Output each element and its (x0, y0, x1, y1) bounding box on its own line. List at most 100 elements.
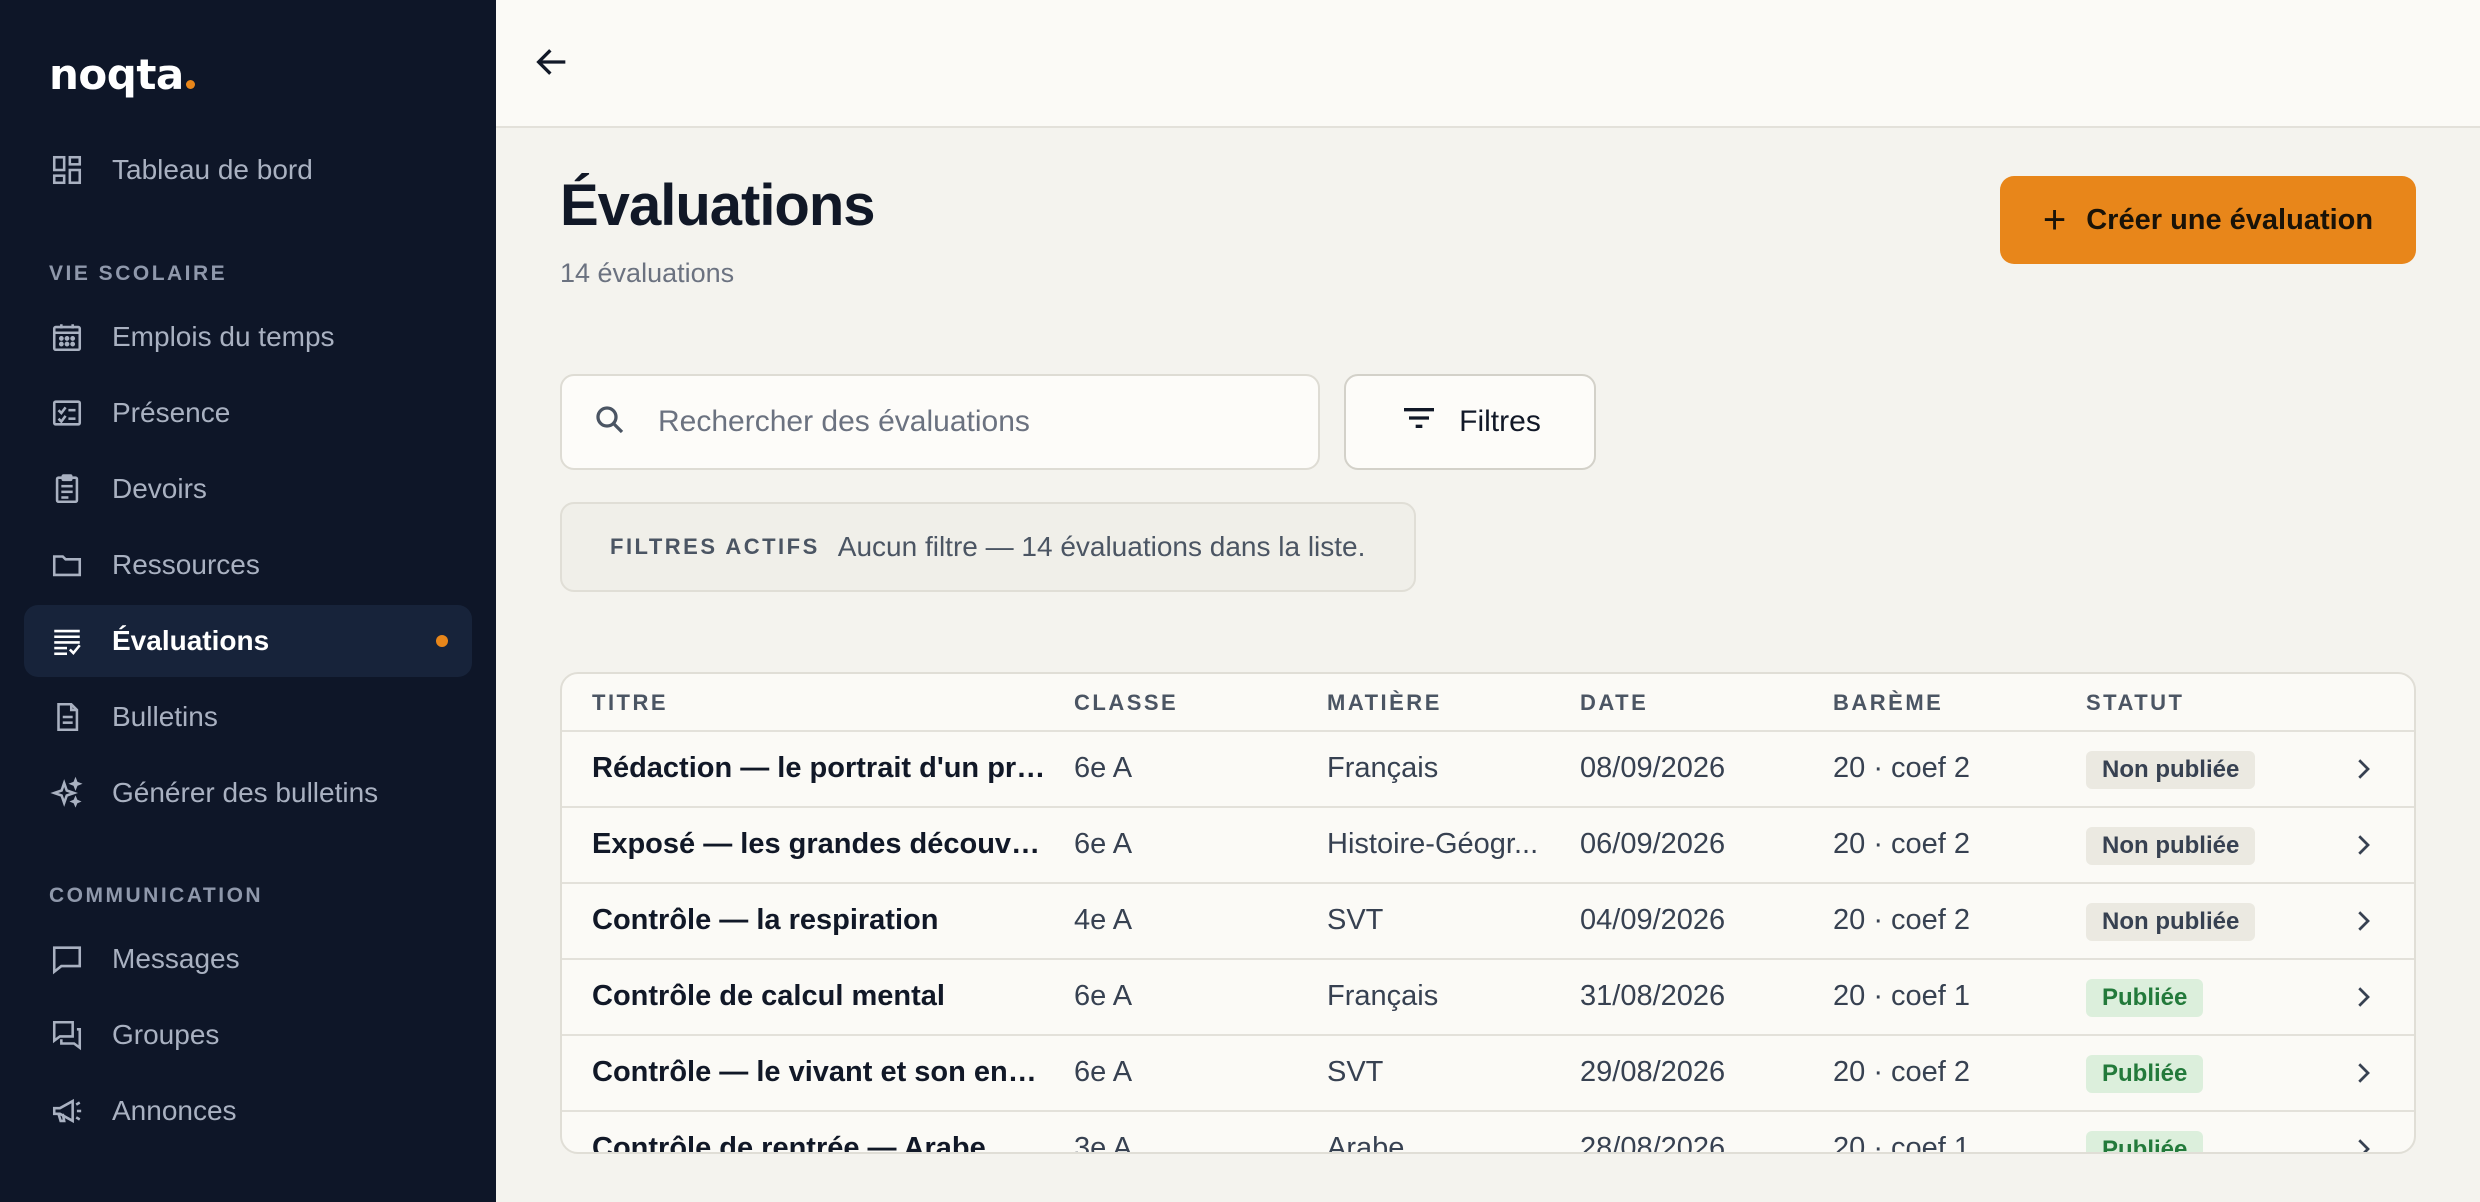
sidebar-item-emplois-du-temps[interactable]: Emplois du temps (24, 301, 472, 373)
back-button[interactable] (526, 38, 578, 90)
column-header-classe[interactable]: CLASSE (1074, 690, 1178, 716)
chevron-right-icon[interactable] (2348, 906, 2378, 936)
row-scale: 20 · coef 2 (1833, 828, 1971, 860)
search-input[interactable] (658, 405, 1278, 439)
search-icon (562, 402, 628, 443)
row-subject: Histoire-Géogr... (1327, 828, 1539, 860)
plus-icon: + (2042, 198, 2067, 242)
column-header-statut[interactable]: STATUT (2086, 690, 2185, 716)
row-scale: 20 · coef 1 (1833, 980, 1971, 1012)
table-row[interactable]: Contrôle — le vivant et son enviro... 6e… (562, 1036, 2414, 1112)
sidebar-item-label: Générer des bulletins (112, 777, 379, 808)
chevron-right-icon[interactable] (2348, 1058, 2378, 1088)
megaphone-icon (48, 1092, 86, 1130)
row-subject: Français (1327, 980, 1439, 1012)
chevron-right-icon[interactable] (2348, 754, 2378, 784)
sidebar-item-label: Groupes (112, 1019, 220, 1050)
top-bar (496, 0, 2480, 128)
row-class: 6e A (1074, 752, 1133, 784)
list-check-icon (48, 622, 86, 660)
section-label-vie-scolaire: VIE SCOLAIRE (49, 262, 228, 285)
status-badge: Non publiée (2086, 903, 2256, 941)
arrow-left-icon (532, 42, 572, 87)
active-indicator-dot (436, 635, 448, 647)
row-class: 6e A (1074, 1056, 1133, 1088)
clipboard-icon (48, 470, 86, 508)
sidebar-item-label: Ressources (112, 549, 260, 580)
table-row[interactable]: Contrôle — la respiration 4e A SVT 04/09… (562, 884, 2414, 960)
sidebar-item-label: Emplois du temps (112, 321, 335, 352)
status-badge: Non publiée (2086, 751, 2256, 789)
sidebar-item-label: Messages (112, 943, 240, 974)
sparkle-icon (48, 774, 86, 812)
sidebar-item-ressources[interactable]: Ressources (24, 529, 472, 601)
active-filters-label: FILTRES ACTIFS (610, 534, 820, 559)
evaluation-count: 14 évaluations (560, 258, 735, 288)
sidebar: noqta Tableau de bord VIE SCOLAIRE Emplo… (0, 0, 496, 1202)
row-title: Contrôle de calcul mental (592, 980, 945, 1012)
row-title: Rédaction — le portrait d'un proc... (592, 752, 1052, 784)
column-header-matiere[interactable]: MATIÈRE (1327, 690, 1442, 716)
row-scale: 20 · coef 2 (1833, 1056, 1971, 1088)
column-header-date[interactable]: DATE (1580, 690, 1648, 716)
row-date: 28/08/2026 (1580, 1132, 1726, 1154)
sidebar-item-devoirs[interactable]: Devoirs (24, 453, 472, 525)
column-header-titre[interactable]: TITRE (592, 690, 668, 716)
folder-icon (48, 546, 86, 584)
chat-icon (48, 940, 86, 978)
sidebar-item-label: Présence (112, 397, 231, 428)
sidebar-item-label: Annonces (112, 1095, 237, 1126)
chevron-right-icon[interactable] (2348, 982, 2378, 1012)
table-row[interactable]: Contrôle de rentrée — Arabe 3e A Arabe 2… (562, 1112, 2414, 1154)
sidebar-item-messages[interactable]: Messages (24, 923, 472, 995)
sidebar-item-label: Bulletins (112, 701, 218, 732)
section-label-communication: COMMUNICATION (49, 884, 264, 907)
document-icon (48, 698, 86, 736)
filters-button[interactable]: Filtres (1344, 374, 1596, 470)
row-title: Contrôle — la respiration (592, 904, 939, 936)
row-scale: 20 · coef 2 (1833, 904, 1971, 936)
sidebar-item-generer-bulletins[interactable]: Générer des bulletins (24, 757, 472, 829)
sidebar-item-presence[interactable]: Présence (24, 377, 472, 449)
sidebar-item-evaluations[interactable]: Évaluations (24, 605, 472, 677)
row-date: 31/08/2026 (1580, 980, 1726, 1012)
dashboard-icon (48, 151, 86, 189)
row-date: 04/09/2026 (1580, 904, 1726, 936)
row-class: 4e A (1074, 904, 1133, 936)
table-header: TITRE CLASSE MATIÈRE DATE BARÈME STATUT (562, 674, 2414, 732)
checklist-icon (48, 394, 86, 432)
sidebar-item-groupes[interactable]: Groupes (24, 999, 472, 1071)
brand-logo[interactable]: noqta (49, 50, 195, 99)
page-title: Évaluations (560, 173, 876, 238)
filters-button-label: Filtres (1459, 405, 1541, 438)
sidebar-item-label: Évaluations (112, 625, 270, 656)
row-title: Exposé — les grandes découvertes (592, 828, 1052, 860)
row-scale: 20 · coef 2 (1833, 752, 1971, 784)
row-date: 08/09/2026 (1580, 752, 1726, 784)
status-badge: Publiée (2086, 1055, 2204, 1093)
table-row[interactable]: Exposé — les grandes découvertes 6e A Hi… (562, 808, 2414, 884)
create-evaluation-label: Créer une évaluation (2086, 203, 2374, 236)
status-badge: Publiée (2086, 1131, 2204, 1152)
create-evaluation-button[interactable]: + Créer une évaluation (2000, 176, 2416, 264)
status-badge: Non publiée (2086, 827, 2256, 865)
table-row[interactable]: Rédaction — le portrait d'un proc... 6e … (562, 732, 2414, 808)
sidebar-item-annonces[interactable]: Annonces (24, 1075, 472, 1147)
row-subject: Arabe (1327, 1132, 1405, 1154)
brand-name: noqta (49, 50, 184, 99)
row-title: Contrôle de rentrée — Arabe (592, 1132, 986, 1154)
row-class: 6e A (1074, 980, 1133, 1012)
chevron-right-icon[interactable] (2348, 830, 2378, 860)
sidebar-item-dashboard[interactable]: Tableau de bord (24, 134, 472, 206)
active-filters-banner: FILTRES ACTIFS Aucun filtre — 14 évaluat… (560, 502, 1416, 592)
column-header-bareme[interactable]: BARÈME (1833, 690, 1943, 716)
chevron-right-icon[interactable] (2348, 1134, 2378, 1154)
calendar-icon (48, 318, 86, 356)
row-subject: Français (1327, 752, 1439, 784)
sidebar-item-bulletins[interactable]: Bulletins (24, 681, 472, 753)
table-row[interactable]: Contrôle de calcul mental 6e A Français … (562, 960, 2414, 1036)
row-class: 3e A (1074, 1132, 1133, 1154)
status-badge: Publiée (2086, 979, 2204, 1017)
row-subject: SVT (1327, 1056, 1384, 1088)
sidebar-item-label: Tableau de bord (112, 154, 313, 185)
